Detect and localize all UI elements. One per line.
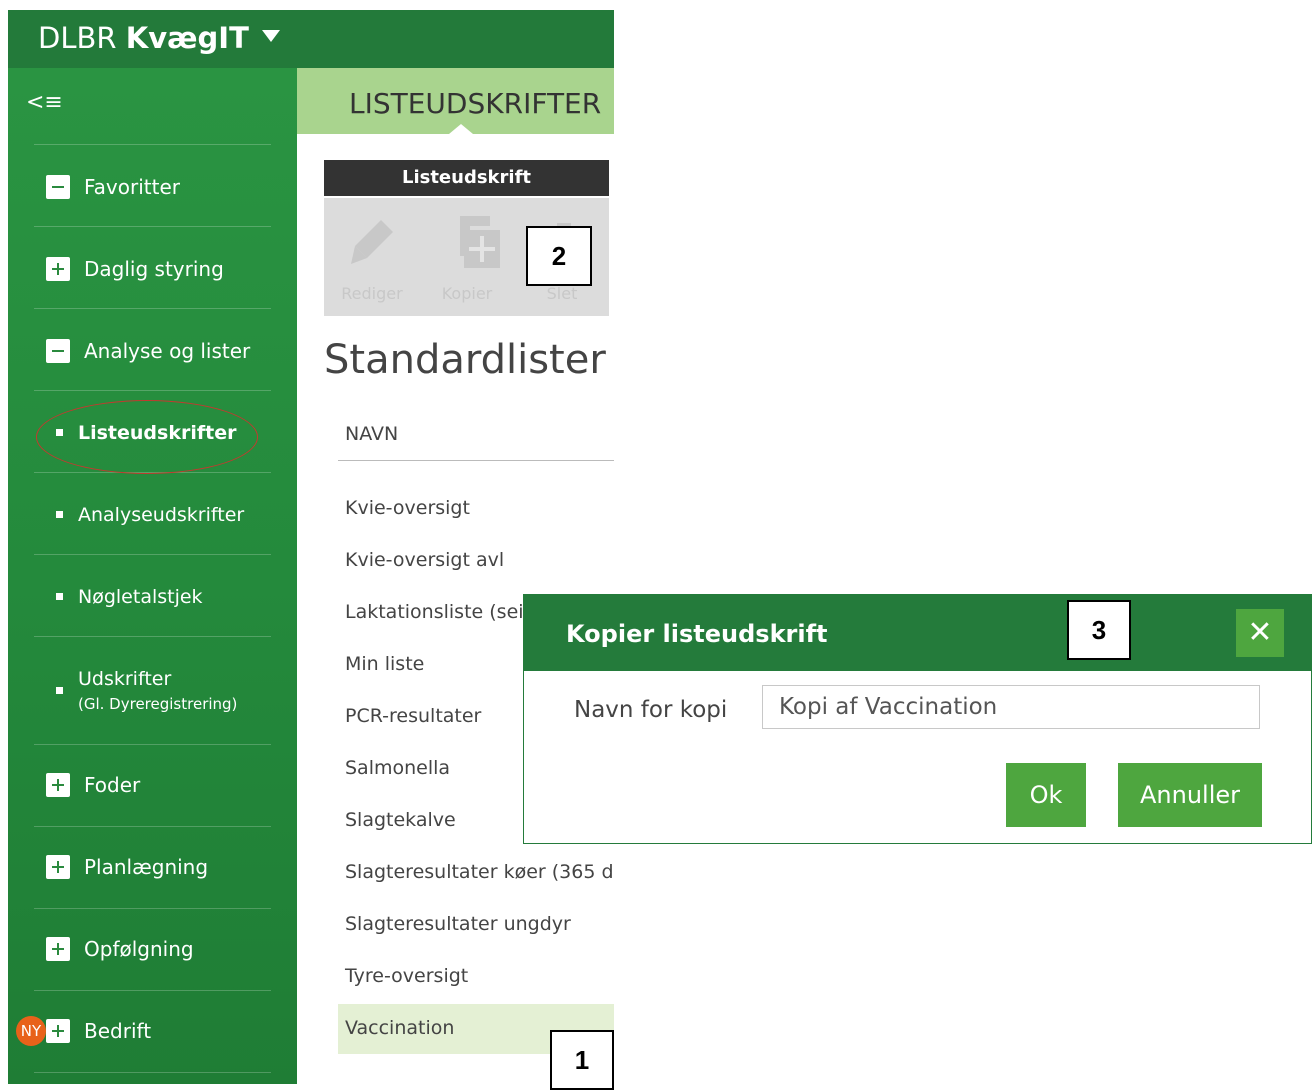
list-item-label: Slagteresultater ungdyr [345, 913, 571, 935]
column-divider [338, 460, 614, 461]
minus-box-icon [46, 339, 70, 363]
sidebar-item-favoritter[interactable]: Favoritter [34, 144, 271, 227]
highlight-circle [36, 400, 258, 474]
new-badge: NY [16, 1016, 46, 1046]
bullet-icon [56, 511, 63, 518]
annotation-marker-1: 1 [550, 1030, 614, 1090]
copy-button[interactable]: Kopier [422, 198, 512, 316]
sidebar-item-label: Analyseudskrifter [78, 504, 245, 526]
sidebar-item-label: Foder [84, 773, 141, 797]
copy-icon [460, 216, 500, 268]
bullet-icon [56, 593, 63, 600]
copy-label: Kopier [441, 284, 493, 303]
sidebar-item-daglig-styring[interactable]: Daglig styring [34, 226, 271, 309]
header-notch [449, 124, 473, 134]
plus-box-icon [46, 855, 70, 879]
dialog-header: Kopier listeudskrift ✕ [524, 595, 1311, 671]
sidebar-item-label: Favoritter [84, 175, 180, 199]
plus-box-icon [46, 773, 70, 797]
page-title: Standardlister [324, 337, 606, 383]
sidebar-item-label: Bedrift [84, 1019, 152, 1043]
brand-prefix: DLBR [38, 21, 117, 55]
sidebar-item-noegletalstjek[interactable]: Nøgletalstjek [34, 554, 271, 637]
sidebar-item-analyseudskrifter[interactable]: Analyseudskrifter [34, 472, 271, 555]
annotation-marker-3: 3 [1067, 600, 1131, 660]
cancel-button[interactable]: Annuller [1118, 763, 1262, 827]
list-item-label: Tyre-oversigt [345, 965, 469, 987]
list-item-label: Kvie-oversigt avl [345, 549, 505, 571]
list-item-label: Laktationsliste (sei [345, 601, 524, 623]
sidebar-divider [34, 1072, 271, 1085]
top-bar: DLBR KvægIT [8, 10, 614, 68]
toolbar-title: Listeudskrift [324, 160, 609, 196]
ok-button[interactable]: Ok [1006, 763, 1086, 827]
plus-box-icon [46, 257, 70, 281]
sidebar-item-udskrifter[interactable]: Udskrifter (Gl. Dyreregistrering) [34, 636, 271, 745]
section-title: LISTEUDSKRIFTER [349, 87, 602, 120]
sidebar-item-planlaegning[interactable]: Planlægning [34, 826, 271, 909]
brand-name: KvægIT [125, 21, 249, 55]
edit-button[interactable]: Rediger [327, 198, 417, 316]
plus-box-icon [46, 937, 70, 961]
sidebar-item-opfoelgning[interactable]: Opfølgning [34, 908, 271, 991]
list-item-label: Salmonella [345, 757, 451, 779]
list-item-label: Slagtekalve [345, 809, 456, 831]
sidebar-item-bedrift[interactable]: Bedrift [34, 990, 271, 1073]
sidebar-item-foder[interactable]: Foder [34, 744, 271, 827]
list-item[interactable]: Slagteresultater køer (365 dg [338, 848, 614, 898]
annotation-marker-2: 2 [526, 226, 592, 286]
copy-name-input[interactable] [762, 685, 1260, 729]
section-header: LISTEUDSKRIFTER [297, 68, 614, 134]
pencil-icon [351, 220, 393, 264]
minus-box-icon [46, 175, 70, 199]
dialog-title: Kopier listeudskrift [566, 620, 828, 648]
list-item-label: Vaccination [345, 1017, 455, 1039]
sidebar-item-label: Udskrifter [78, 668, 172, 690]
edit-label: Rediger [341, 284, 403, 303]
sidebar: <≡ Favoritter Daglig styring Analyse og … [8, 68, 297, 1084]
collapse-menu-icon[interactable]: <≡ [26, 90, 63, 116]
copy-list-dialog: Kopier listeudskrift ✕ Navn for kopi Ok … [523, 594, 1312, 844]
delete-label: Slet [546, 284, 578, 303]
list-item-label: Min liste [345, 653, 425, 675]
sidebar-item-label: Analyse og lister [84, 339, 251, 363]
sidebar-item-label: Opfølgning [84, 937, 194, 961]
list-item[interactable]: Tyre-oversigt [338, 952, 614, 1002]
list-item-label: PCR-resultater [345, 705, 482, 727]
close-icon[interactable]: ✕ [1236, 609, 1284, 657]
caret-down-icon[interactable] [262, 30, 280, 42]
sidebar-item-label: Nøgletalstjek [78, 586, 203, 608]
list-item-label: Slagteresultater køer (365 dg [345, 861, 614, 883]
plus-box-icon [46, 1019, 70, 1043]
list-item[interactable]: Kvie-oversigt avl [338, 536, 614, 586]
list-item[interactable]: Slagteresultater ungdyr [338, 900, 614, 950]
sidebar-item-label: Daglig styring [84, 257, 224, 281]
column-header-navn[interactable]: NAVN [345, 422, 398, 446]
app-brand[interactable]: DLBR KvægIT [38, 20, 249, 56]
list-item-label: Kvie-oversigt [345, 497, 470, 519]
sidebar-item-analyse-og-lister[interactable]: Analyse og lister [34, 308, 271, 391]
list-item[interactable]: Kvie-oversigt [338, 484, 614, 534]
bullet-icon [56, 687, 63, 694]
sidebar-item-label: Planlægning [84, 855, 209, 879]
sidebar-item-note: (Gl. Dyreregistrering) [78, 695, 238, 713]
copy-name-label: Navn for kopi [574, 697, 728, 723]
